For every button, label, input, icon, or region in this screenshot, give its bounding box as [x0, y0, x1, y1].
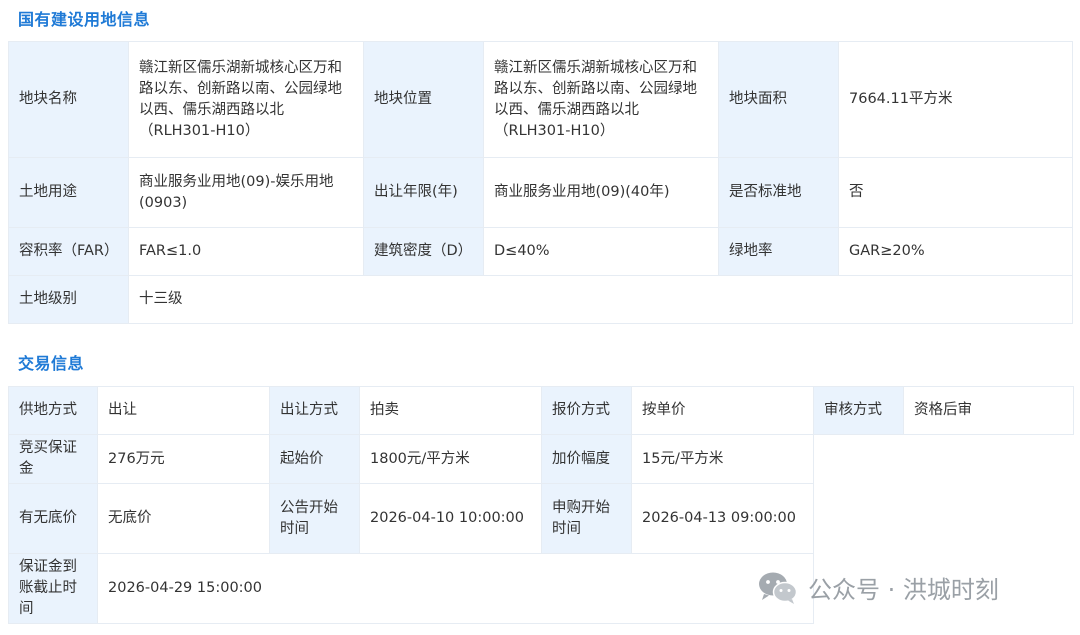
value-supply-method: 出让: [98, 386, 270, 435]
label-land-grade: 土地级别: [9, 276, 129, 324]
label-starting-price: 起始价: [270, 435, 360, 484]
label-standard-land: 是否标准地: [719, 158, 839, 228]
value-notice-start: 2026-04-10 10:00:00: [360, 484, 542, 554]
value-lease-term: 商业服务业用地(09)(40年): [484, 158, 719, 228]
label-green-ratio: 绿地率: [719, 228, 839, 276]
label-far: 容积率（FAR）: [9, 228, 129, 276]
value-standard-land: 否: [839, 158, 1073, 228]
value-review-method: 资格后审: [904, 386, 1074, 435]
value-deposit-deadline: 2026-04-29 15:00:00: [98, 554, 814, 624]
value-reserve-price: 无底价: [98, 484, 270, 554]
label-land-use: 土地用途: [9, 158, 129, 228]
value-bid-increment: 15元/平方米: [632, 435, 814, 484]
value-land-grade: 十三级: [129, 276, 1073, 324]
label-supply-method: 供地方式: [8, 386, 98, 435]
value-plot-name: 赣江新区儒乐湖新城核心区万和路以东、创新路以南、公园绿地以西、儒乐湖西路以北（R…: [129, 42, 364, 158]
value-land-use: 商业服务业用地(09)-娱乐用地(0903): [129, 158, 364, 228]
value-deposit: 276万元: [98, 435, 270, 484]
label-transfer-method: 出让方式: [270, 386, 360, 435]
value-subscription-start: 2026-04-13 09:00:00: [632, 484, 814, 554]
label-deposit-deadline: 保证金到账截止时间: [8, 554, 98, 624]
label-reserve-price: 有无底价: [8, 484, 98, 554]
value-plot-area: 7664.11平方米: [839, 42, 1073, 158]
value-building-density: D≤40%: [484, 228, 719, 276]
label-plot-location: 地块位置: [364, 42, 484, 158]
watermark-text: 公众号 · 洪城时刻: [808, 576, 999, 604]
label-deposit: 竞买保证金: [8, 435, 98, 484]
label-lease-term: 出让年限(年): [364, 158, 484, 228]
value-green-ratio: GAR≥20%: [839, 228, 1073, 276]
value-plot-location: 赣江新区儒乐湖新城核心区万和路以东、创新路以南、公园绿地以西、儒乐湖西路以北（R…: [484, 42, 719, 158]
watermark: 公众号 · 洪城时刻: [758, 570, 999, 605]
label-subscription-start: 申购开始时间: [542, 484, 632, 554]
value-far: FAR≤1.0: [129, 228, 364, 276]
label-review-method: 审核方式: [814, 386, 904, 435]
wechat-icon: [759, 572, 798, 604]
trade-info-title: 交易信息: [18, 354, 85, 373]
value-transfer-method: 拍卖: [360, 386, 542, 435]
label-plot-name: 地块名称: [9, 42, 129, 158]
label-notice-start: 公告开始时间: [270, 484, 360, 554]
label-quote-method: 报价方式: [542, 386, 632, 435]
value-quote-method: 按单价: [632, 386, 814, 435]
land-info-title: 国有建设用地信息: [18, 10, 151, 29]
label-building-density: 建筑密度（D）: [364, 228, 484, 276]
label-bid-increment: 加价幅度: [542, 435, 632, 484]
value-starting-price: 1800元/平方米: [360, 435, 542, 484]
label-plot-area: 地块面积: [719, 42, 839, 158]
land-info-table: 地块名称 赣江新区儒乐湖新城核心区万和路以东、创新路以南、公园绿地以西、儒乐湖西…: [8, 41, 1073, 324]
